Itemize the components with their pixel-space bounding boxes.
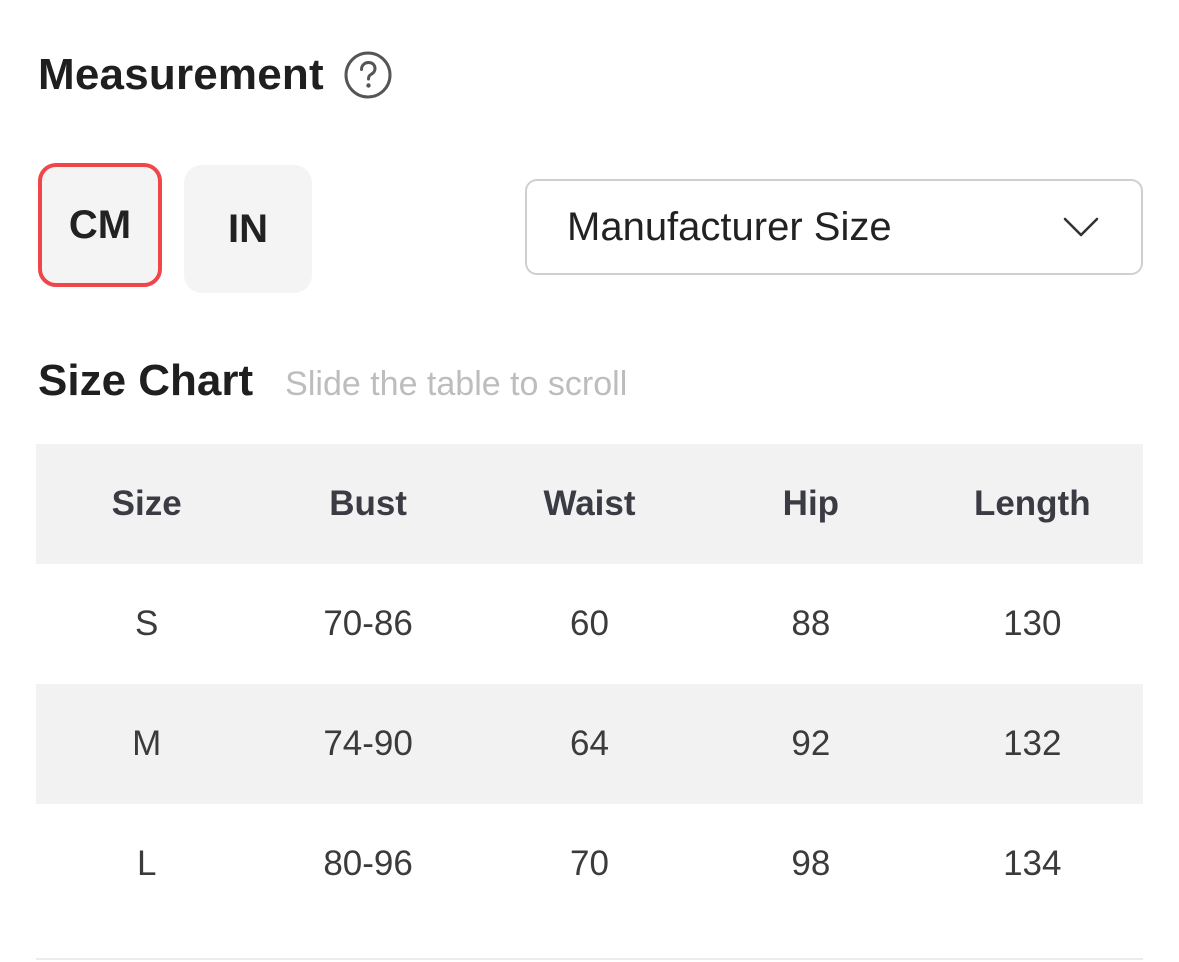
table-row: M 74-90 64 92 132: [36, 684, 1143, 804]
table-row: L 80-96 70 98 134: [36, 804, 1143, 924]
table-cell: S: [135, 604, 159, 643]
table-cell: 134: [1003, 844, 1062, 883]
size-chart-table[interactable]: Size Bust Waist Hip Length S 70-86 60 88…: [36, 444, 1143, 924]
size-chart-hint: Slide the table to scroll: [285, 365, 628, 403]
column-header-length: Length: [921, 444, 1143, 564]
table-header-row: Size Bust Waist Hip Length: [36, 444, 1143, 564]
table-cell: 70: [570, 844, 609, 883]
column-header-waist: Waist: [478, 444, 701, 564]
table-cell: M: [36, 684, 258, 804]
measurement-header: Measurement: [38, 46, 392, 104]
table-cell: 132: [921, 684, 1143, 804]
table-cell: 98: [791, 844, 831, 883]
size-chart-header: Size Chart Slide the table to scroll: [38, 356, 627, 406]
column-header-size: Size: [36, 444, 258, 564]
page-title: Measurement: [38, 50, 324, 99]
table-cell: 60: [570, 604, 609, 643]
table-cell: 64: [478, 684, 701, 804]
size-type-select-value: Manufacturer Size: [567, 204, 892, 249]
question-circle-icon[interactable]: [344, 51, 392, 99]
table-cell: 88: [791, 604, 831, 643]
column-header-hip: Hip: [700, 444, 922, 564]
table-row: S 70-86 60 88 130: [36, 564, 1143, 684]
column-header-bust: Bust: [257, 444, 479, 564]
chevron-down-icon: [1063, 217, 1099, 237]
table-cell: 130: [1003, 604, 1062, 643]
table-cell: 74-90: [257, 684, 479, 804]
table-cell: L: [136, 844, 157, 883]
unit-in-button[interactable]: IN: [184, 165, 312, 293]
size-chart-title: Size Chart: [38, 356, 254, 405]
size-type-select[interactable]: Manufacturer Size: [525, 179, 1143, 275]
unit-cm-button[interactable]: CM: [38, 163, 162, 287]
table-cell: 70-86: [323, 604, 413, 643]
table-cell: 92: [700, 684, 922, 804]
table-cell: 80-96: [323, 844, 413, 883]
table-bottom-divider: [36, 958, 1143, 960]
